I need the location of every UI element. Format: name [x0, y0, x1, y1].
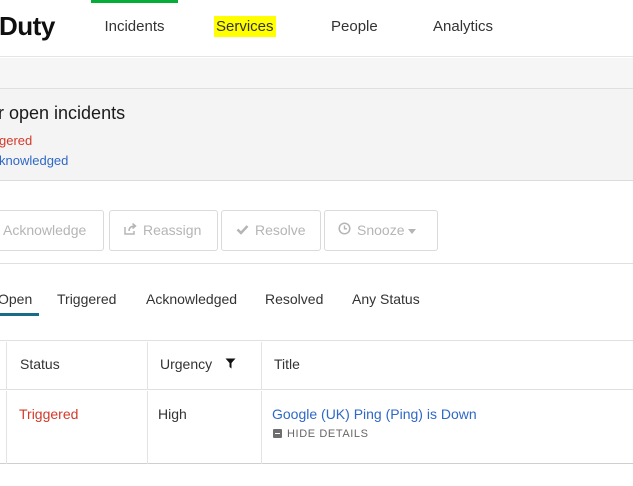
- caret-down-icon: [408, 228, 417, 234]
- incident-status: Triggered: [19, 406, 79, 422]
- incidents-page: Duty Incidents Services People Analytics…: [0, 0, 633, 486]
- reassign-label: Reassign: [143, 222, 202, 238]
- snooze-label: Snooze: [357, 222, 405, 238]
- resolve-button[interactable]: Resolve: [221, 210, 321, 251]
- check-icon: [235, 211, 249, 250]
- nav-services-label: Services: [214, 16, 276, 37]
- urgency-header-label: Urgency: [160, 356, 213, 372]
- snooze-dropdown-button[interactable]: Snooze: [324, 210, 438, 251]
- subheader-band: [0, 58, 633, 89]
- acknowledge-label: Acknowledge: [3, 222, 87, 238]
- nav-people[interactable]: People: [331, 0, 378, 57]
- column-header-title[interactable]: Title: [274, 356, 300, 372]
- funnel-icon[interactable]: [225, 356, 236, 372]
- column-divider: [147, 342, 148, 390]
- tab-any-status[interactable]: Any Status: [352, 291, 420, 315]
- table-row: Triggered High Google (UK) Ping (Ping) i…: [0, 391, 633, 464]
- column-divider: [6, 342, 7, 390]
- status-filter-tabs: Open Triggered Acknowledged Resolved Any…: [0, 265, 633, 341]
- top-nav: Duty Incidents Services People Analytics: [0, 0, 633, 57]
- incident-urgency: High: [158, 406, 187, 422]
- nav-incidents[interactable]: Incidents: [91, 0, 178, 57]
- collapse-icon: [273, 429, 282, 438]
- column-header-status[interactable]: Status: [20, 356, 60, 372]
- nav-analytics[interactable]: Analytics: [433, 0, 493, 57]
- reassign-button[interactable]: Reassign: [109, 210, 218, 251]
- column-divider: [147, 391, 148, 464]
- column-header-urgency[interactable]: Urgency: [160, 356, 236, 373]
- tab-acknowledged[interactable]: Acknowledged: [146, 291, 237, 315]
- hide-details-toggle[interactable]: HIDE DETAILS: [273, 428, 369, 440]
- triggered-count-link[interactable]: gered: [0, 133, 32, 148]
- share-arrow-icon: [123, 211, 137, 250]
- column-divider: [261, 391, 262, 464]
- clock-icon: [337, 211, 351, 250]
- column-divider: [261, 342, 262, 390]
- acknowledge-button[interactable]: Acknowledge: [0, 210, 104, 251]
- tab-resolved[interactable]: Resolved: [265, 291, 323, 315]
- nav-services[interactable]: Services: [214, 0, 276, 57]
- summary-title: r open incidents: [0, 103, 126, 123]
- logo: Duty: [0, 11, 55, 41]
- hide-details-label: HIDE DETAILS: [287, 428, 369, 440]
- tab-open[interactable]: Open: [0, 291, 39, 316]
- action-toolbar: Acknowledge Reassign Resolve Snooze: [0, 182, 633, 264]
- column-divider: [6, 391, 7, 464]
- incidents-table-header: Status Urgency Title: [0, 342, 633, 390]
- resolve-label: Resolve: [255, 222, 306, 238]
- incident-title-link[interactable]: Google (UK) Ping (Ping) is Down: [272, 406, 477, 422]
- tab-triggered[interactable]: Triggered: [57, 291, 116, 315]
- acknowledged-count-link[interactable]: knowledged: [0, 153, 68, 168]
- incident-summary: r open incidents gered knowledged: [0, 89, 633, 181]
